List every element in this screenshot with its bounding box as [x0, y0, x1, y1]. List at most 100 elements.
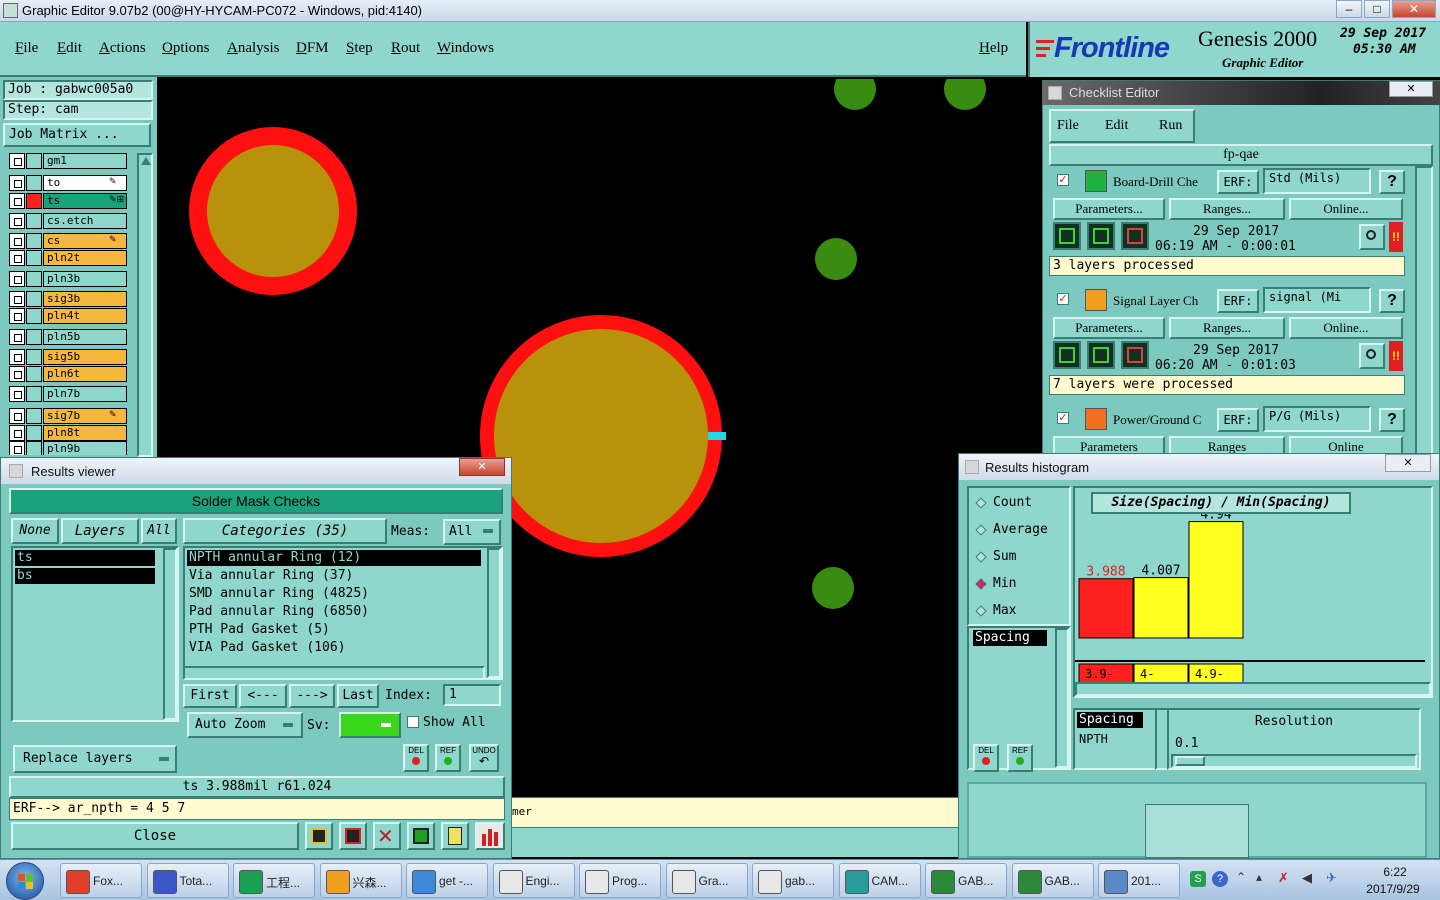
- result-layer-item[interactable]: bs: [15, 568, 155, 584]
- zoom-icon[interactable]: [1359, 224, 1385, 250]
- histogram-bar[interactable]: [1133, 577, 1189, 639]
- taskbar-item[interactable]: GAB...: [925, 863, 1007, 898]
- histogram-bar[interactable]: [1078, 578, 1134, 639]
- taskbar-item[interactable]: GAB...: [1011, 863, 1094, 898]
- taskbar-item[interactable]: Fox...: [60, 863, 142, 898]
- histogram-close-icon[interactable]: ✕: [1385, 454, 1431, 472]
- layer-visibility-checkbox[interactable]: [9, 271, 25, 287]
- menu-actions[interactable]: Actions: [99, 40, 146, 57]
- layer-row[interactable]: pln4t: [9, 308, 128, 324]
- erf-value[interactable]: P/G (Mils): [1263, 406, 1371, 432]
- parameters-button[interactable]: Parameters...: [1053, 198, 1165, 220]
- layer-name[interactable]: pln2t: [43, 250, 127, 266]
- stat-option[interactable]: Average: [973, 521, 1067, 541]
- resolution-slider[interactable]: [1171, 754, 1417, 768]
- results-close-icon[interactable]: ✕: [459, 458, 505, 476]
- ranges-button[interactable]: Ranges...: [1169, 317, 1285, 339]
- menu-windows[interactable]: Windows: [437, 40, 494, 57]
- layer-name[interactable]: pln6t: [43, 366, 127, 382]
- layer-row[interactable]: pln9b: [9, 441, 128, 455]
- results-clear-icon[interactable]: ✕: [373, 822, 401, 850]
- next-button[interactable]: --->: [289, 684, 335, 708]
- menu-dfm[interactable]: DFM: [296, 40, 329, 57]
- layer-name[interactable]: pln7b: [43, 386, 127, 402]
- category-scrollbar[interactable]: [487, 548, 501, 678]
- histogram-list-scrollbar[interactable]: [1055, 628, 1069, 768]
- layer-row[interactable]: pln6t: [9, 366, 128, 382]
- menu-options[interactable]: Options: [162, 40, 210, 57]
- layer-name[interactable]: sig5b: [43, 349, 127, 365]
- histogram-del-button[interactable]: DEL: [973, 744, 999, 772]
- del-button[interactable]: DEL: [403, 744, 429, 772]
- taskbar-item[interactable]: Prog...: [579, 863, 661, 898]
- maximize-button[interactable]: □: [1364, 0, 1390, 18]
- tray-help-icon[interactable]: ?: [1212, 871, 1228, 887]
- layer-visibility-checkbox[interactable]: [9, 233, 25, 249]
- menu-step[interactable]: Step: [346, 40, 373, 57]
- green-pad[interactable]: [812, 567, 854, 609]
- results-tool-icon[interactable]: [305, 822, 333, 850]
- tray-volume-icon[interactable]: ◀: [1302, 870, 1312, 886]
- erf-value[interactable]: signal (Mi: [1263, 287, 1371, 313]
- taskbar-item[interactable]: 兴森...: [319, 863, 402, 898]
- npth-pad-large[interactable]: [480, 315, 722, 557]
- results-number-icon[interactable]: [407, 822, 435, 850]
- layer-visibility-checkbox[interactable]: [9, 349, 25, 365]
- layer-visibility-checkbox[interactable]: [9, 441, 25, 455]
- layer-visibility-checkbox[interactable]: [9, 366, 25, 382]
- menu-analysis[interactable]: Analysis: [227, 40, 280, 57]
- stat-option[interactable]: Count: [973, 494, 1067, 514]
- category-item[interactable]: SMD annular Ring (4825): [187, 586, 481, 602]
- checklist-menu-file[interactable]: File: [1057, 118, 1079, 134]
- layer-name[interactable]: pln9b: [43, 441, 127, 455]
- tray-app-icon[interactable]: S: [1190, 871, 1206, 887]
- auto-zoom-select[interactable]: Auto Zoom: [187, 712, 303, 738]
- layer-result-scrollbar[interactable]: [163, 548, 177, 720]
- category-item[interactable]: Via annular Ring (37): [187, 568, 481, 584]
- erf-value[interactable]: Std (Mils): [1263, 168, 1371, 194]
- zoom-icon[interactable]: [1359, 343, 1385, 369]
- tray-flag-icon[interactable]: ▴: [1256, 870, 1262, 884]
- layer-visibility-checkbox[interactable]: [9, 153, 25, 169]
- sv-select[interactable]: [339, 712, 401, 738]
- stat-option[interactable]: Sum: [973, 548, 1067, 568]
- checklist-scrollbar[interactable]: [1415, 166, 1433, 456]
- green-pad[interactable]: [815, 238, 857, 280]
- layer-visibility-checkbox[interactable]: [9, 175, 25, 191]
- checklist-item-checkbox[interactable]: ✓: [1057, 412, 1069, 424]
- layer-row[interactable]: pln3b: [9, 271, 128, 287]
- layer-row[interactable]: sig3b: [9, 291, 128, 307]
- category-item[interactable]: NPTH annular Ring (12): [187, 550, 481, 566]
- layer-row[interactable]: ts ✎⊞: [9, 193, 128, 209]
- result-layer-item[interactable]: ts: [15, 550, 155, 566]
- category-item[interactable]: Pad annular Ring (6850): [187, 604, 481, 620]
- layer-scrollbar[interactable]: [137, 153, 153, 457]
- stat-option[interactable]: Max: [973, 602, 1067, 622]
- clock-date[interactable]: 2017/9/29: [1352, 882, 1434, 896]
- undo-button[interactable]: UNDO ↶: [469, 744, 499, 772]
- layer-visibility-checkbox[interactable]: [9, 250, 25, 266]
- minimize-button[interactable]: –: [1336, 0, 1362, 18]
- layer-name[interactable]: sig3b: [43, 291, 127, 307]
- checklist-run-icon[interactable]: [1053, 222, 1081, 250]
- radio-icon[interactable]: [975, 578, 987, 590]
- layer-row[interactable]: cs ✎: [9, 233, 128, 249]
- category-item[interactable]: PTH Pad Gasket (5): [187, 622, 481, 638]
- histogram-list-item[interactable]: Spacing: [973, 630, 1047, 646]
- layer-row[interactable]: to ✎: [9, 175, 128, 191]
- show-all-checkbox[interactable]: [407, 716, 419, 728]
- stat-option[interactable]: Min: [973, 575, 1067, 595]
- taskbar-item[interactable]: Engi...: [492, 863, 575, 898]
- checklist-run-all-icon[interactable]: [1087, 222, 1115, 250]
- erf-button[interactable]: ERF:: [1217, 170, 1259, 194]
- taskbar-item[interactable]: CAM...: [838, 863, 921, 898]
- layer-row[interactable]: pln5b: [9, 329, 128, 345]
- layer-visibility-checkbox[interactable]: [9, 425, 25, 441]
- taskbar-item[interactable]: Tota...: [146, 863, 229, 898]
- layer-row[interactable]: sig7b ✎: [9, 408, 128, 424]
- online-button[interactable]: Online...: [1289, 317, 1403, 339]
- erf-button[interactable]: ERF:: [1217, 408, 1259, 432]
- layer-visibility-checkbox[interactable]: [9, 291, 25, 307]
- histogram-ref-button[interactable]: REF: [1007, 744, 1033, 772]
- detail-title[interactable]: Spacing: [1077, 712, 1143, 728]
